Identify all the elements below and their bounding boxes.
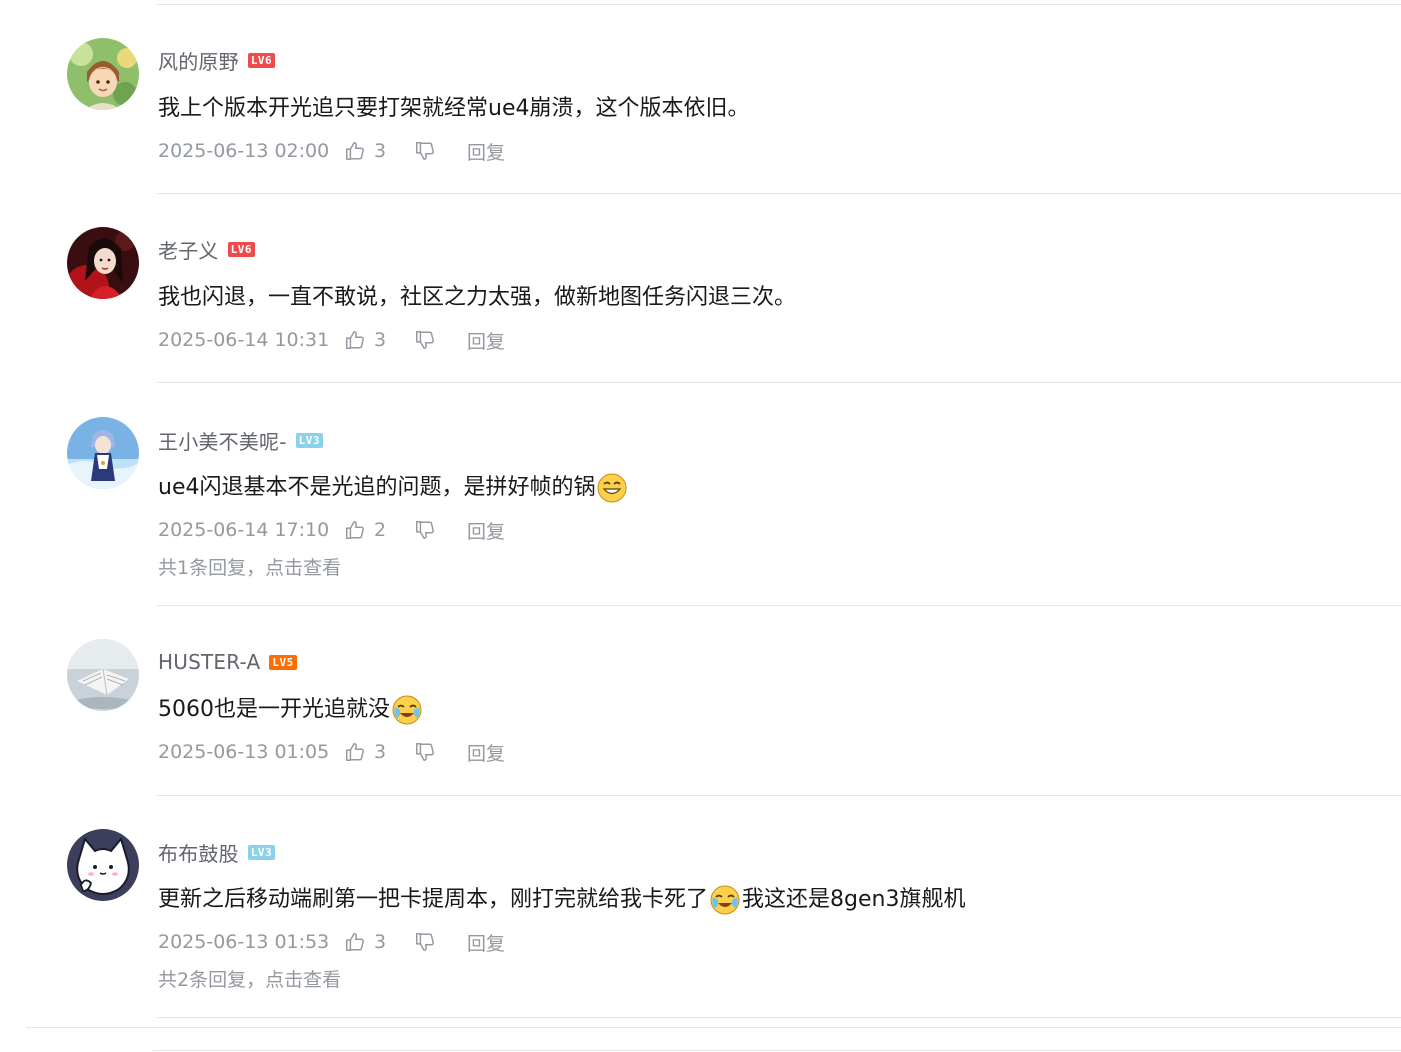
comment-text-content: ue4闪退基本不是光追的问题，是拼好帧的锅 [158,475,596,500]
thumbs-down-icon [416,743,434,761]
reply-button[interactable]: 回复 [467,327,505,354]
like-count: 2 [374,519,387,541]
comment-text: 更新之后移动端刷第一把卡提周本，刚打完就给我卡死了 我这还是8gen3旗舰机 [158,884,965,916]
thumbs-up-icon [346,142,364,160]
section-divider [26,1027,1401,1028]
user-info: 王小美不美呢- LV3 [158,426,323,455]
thumbs-up-icon [346,521,364,539]
comment-date: 2025-06-14 17:10 [158,519,330,541]
avatar[interactable] [67,227,139,299]
comment-text: 5060也是一开光追就没 [158,694,424,726]
like-button[interactable]: 3 [344,329,414,351]
user-info: 布布鼓股 LV3 [158,838,276,867]
reply-button[interactable]: 回复 [467,929,505,956]
thumbs-up-icon [346,331,364,349]
user-info: 风的原野 LV6 [158,46,276,75]
thumbs-down-icon [416,142,434,160]
comment-meta: 2025-06-13 01:05 3 回复 [158,739,505,766]
view-replies-link[interactable]: 共2条回复，点击查看 [158,968,341,992]
reply-button[interactable]: 回复 [467,138,505,165]
thumbs-up-icon [346,743,364,761]
dislike-button[interactable] [414,741,467,763]
avatar[interactable] [67,417,139,489]
user-info: HUSTER-A LV5 [158,650,297,674]
divider-top [157,4,1401,5]
comment-meta: 2025-06-13 01:53 3 回复 [158,929,505,956]
avatar[interactable] [67,829,139,901]
thumbs-up-icon [346,933,364,951]
dislike-button[interactable] [414,519,467,541]
like-count: 3 [374,140,387,162]
thumbs-down-icon [416,933,434,951]
comment-date: 2025-06-13 01:05 [158,741,330,763]
dislike-button[interactable] [414,931,467,953]
cry-laugh-emoji [392,695,422,725]
dislike-button[interactable] [414,329,467,351]
username[interactable]: 王小美不美呢- [158,426,287,455]
divider [157,1017,1401,1018]
user-info: 老子义 LV6 [158,235,255,264]
like-button[interactable]: 3 [344,931,414,953]
avatar[interactable] [67,639,139,711]
dislike-button[interactable] [414,140,467,162]
grin-emoji [597,473,627,503]
username[interactable]: HUSTER-A [158,650,260,674]
cry-laugh-emoji [710,885,740,915]
divider [157,193,1401,194]
like-count: 3 [374,329,387,351]
comment-meta: 2025-06-14 10:31 3 回复 [158,327,505,354]
divider-bottom [153,1050,1401,1051]
like-button[interactable]: 3 [344,741,414,763]
comment-text-content: 5060也是一开光追就没 [158,697,390,722]
reply-button[interactable]: 回复 [467,739,505,766]
level-badge: LV5 [269,654,297,670]
comment-text-content: 更新之后移动端刷第一把卡提周本，刚打完就给我卡死了 [158,887,709,912]
like-button[interactable]: 2 [344,519,414,541]
level-badge: LV3 [295,432,323,448]
level-badge: LV3 [247,844,276,860]
like-count: 3 [374,741,387,763]
avatar[interactable] [67,38,139,110]
comment-meta: 2025-06-14 17:10 2 回复 [158,517,505,544]
comment-text: 我上个版本开光追只要打架就经常ue4崩溃，这个版本依旧。 [158,96,750,121]
comment-meta: 2025-06-13 02:00 3 回复 [158,138,505,165]
view-replies-link[interactable]: 共1条回复，点击查看 [158,556,341,580]
comment-text: 我也闪退，一直不敢说，社区之力太强，做新地图任务闪退三次。 [158,285,797,310]
comment-text-content: 我这还是8gen3旗舰机 [742,887,966,912]
comment-date: 2025-06-13 02:00 [158,140,330,162]
divider [157,382,1401,383]
thumbs-down-icon [416,521,434,539]
reply-button[interactable]: 回复 [467,517,505,544]
comment-date: 2025-06-14 10:31 [158,329,330,351]
level-badge: LV6 [227,241,255,257]
like-count: 3 [374,931,387,953]
comment-date: 2025-06-13 01:53 [158,931,330,953]
divider [157,605,1401,606]
thumbs-down-icon [416,331,434,349]
username[interactable]: 风的原野 [158,46,239,75]
level-badge: LV6 [247,52,276,68]
username[interactable]: 老子义 [158,235,219,264]
comment-text: ue4闪退基本不是光追的问题，是拼好帧的锅 [158,472,629,504]
username[interactable]: 布布鼓股 [158,838,239,867]
divider [157,795,1401,796]
like-button[interactable]: 3 [344,140,414,162]
